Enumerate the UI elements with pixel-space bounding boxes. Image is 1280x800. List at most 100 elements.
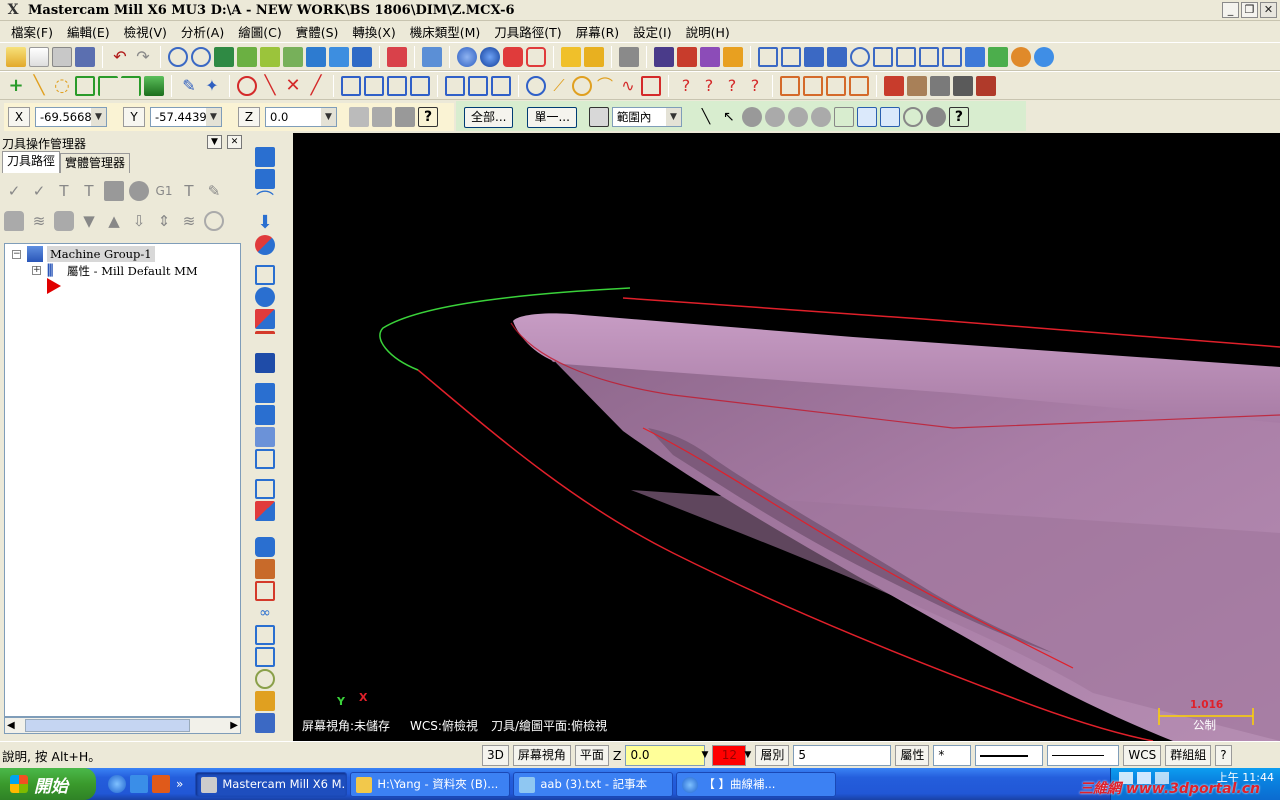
machine-group-label[interactable]: Machine Group-1: [47, 246, 155, 262]
chamfer-icon[interactable]: [98, 75, 118, 96]
xform-translate-icon[interactable]: [341, 75, 361, 96]
select-all-ops-icon[interactable]: ✓: [4, 181, 24, 201]
toolpath-icon-8[interactable]: [255, 691, 275, 711]
trim-icon[interactable]: ╲: [260, 75, 280, 96]
select-face-icon[interactable]: [764, 107, 785, 127]
solid-drawing-icon[interactable]: [255, 427, 275, 447]
task-notepad[interactable]: aab (3).txt - 記事本: [513, 771, 674, 797]
line-width-dropdown[interactable]: [1047, 744, 1120, 766]
expand-icon[interactable]: +: [32, 266, 41, 275]
color-dropdown-icon[interactable]: ▼: [744, 750, 751, 760]
y-coordinate-input[interactable]: -57.44398 ▼: [150, 107, 222, 127]
panel-dropdown-icon[interactable]: ▼: [207, 135, 222, 149]
solid-layout-icon[interactable]: [255, 449, 275, 469]
selection-mode-dropdown[interactable]: 範圍內 ▼: [611, 107, 682, 127]
globe-icon[interactable]: [457, 46, 477, 67]
view-plane-icon[interactable]: [306, 46, 326, 67]
menu-xform[interactable]: 轉換(X): [345, 22, 402, 41]
selection-help-icon[interactable]: ?: [948, 107, 969, 127]
undo-icon[interactable]: ↶: [110, 47, 130, 67]
select-verify-icon[interactable]: [856, 107, 877, 127]
table-icon-3[interactable]: [826, 75, 846, 96]
menu-analyze[interactable]: 分析(A): [174, 22, 231, 41]
verify-icon[interactable]: [129, 181, 149, 201]
z-depth-input[interactable]: 0.0: [625, 744, 706, 766]
backplot-icon[interactable]: [104, 181, 124, 201]
plane-button[interactable]: 平面: [574, 744, 609, 766]
z-coordinate-input[interactable]: 0.0 ▼: [265, 107, 337, 127]
post-icon[interactable]: T: [179, 181, 199, 201]
surface-curve-icon[interactable]: ∿: [618, 76, 638, 96]
solid-tool-icon[interactable]: [884, 75, 904, 96]
solid-view-icon[interactable]: [255, 405, 275, 425]
attributes-button[interactable]: 屬性: [895, 744, 930, 766]
menu-help[interactable]: 說明(H): [679, 22, 737, 41]
dynamic-rotate-icon[interactable]: [352, 46, 372, 67]
view-side-icon[interactable]: [260, 46, 280, 67]
mill-icon-1[interactable]: [654, 46, 674, 67]
plugin-icon-1[interactable]: [965, 46, 985, 67]
point-icon[interactable]: +: [6, 75, 26, 96]
helper-icon[interactable]: [204, 211, 224, 231]
sphere-icon[interactable]: [480, 46, 500, 67]
arc-icon[interactable]: ◌: [52, 75, 72, 96]
regenerate-dirty-icon[interactable]: T: [79, 181, 99, 201]
wire-shade-icon[interactable]: [526, 46, 546, 67]
toolpath-icon-5[interactable]: [255, 625, 275, 645]
task-explorer[interactable]: H:\Yang - 資料夾 (B)...: [350, 771, 511, 797]
point-style-dropdown[interactable]: *: [933, 744, 972, 766]
end-selection-icon[interactable]: [925, 107, 946, 127]
autocursor-settings-icon[interactable]: [395, 107, 415, 127]
menu-edit[interactable]: 編輯(E): [60, 22, 117, 41]
select-single-button[interactable]: 單一...: [527, 106, 577, 128]
fillet-icon[interactable]: [75, 75, 95, 96]
view-iso-icon[interactable]: [283, 46, 303, 67]
curve-icon[interactable]: ⌒: [595, 76, 615, 96]
plugin-icon-3[interactable]: [1011, 46, 1031, 67]
properties-label[interactable]: 屬性 - Mill Default MM: [67, 263, 198, 279]
plugin-icon-4[interactable]: [1034, 46, 1054, 67]
simulate-icon[interactable]: G1: [154, 181, 174, 201]
analyze-entity-icon[interactable]: ?: [676, 76, 696, 96]
measure-icon[interactable]: [561, 46, 581, 67]
machine-icon-3[interactable]: [953, 75, 973, 96]
revolve-icon[interactable]: [255, 169, 275, 189]
xform-mirror-icon[interactable]: [364, 75, 384, 96]
groups-button[interactable]: 群組組: [1165, 744, 1212, 766]
surface-icon[interactable]: [144, 75, 164, 96]
solid-color-icon[interactable]: [255, 501, 275, 521]
machine-icon-1[interactable]: [907, 75, 927, 96]
tool-icon[interactable]: [619, 46, 639, 67]
mill-icon-2[interactable]: [677, 46, 697, 67]
xform-offset-icon[interactable]: [445, 75, 465, 96]
minimize-button[interactable]: _: [1222, 2, 1239, 18]
toolpath-icon-6[interactable]: [255, 647, 275, 667]
wcs-button[interactable]: WCS: [1123, 744, 1162, 766]
menu-solids[interactable]: 實體(S): [289, 22, 346, 41]
dimension-icon[interactable]: ✎: [179, 76, 199, 96]
menu-machine-type[interactable]: 機床類型(M): [403, 22, 488, 41]
screen-icon-4[interactable]: [827, 46, 847, 67]
analyze-icon[interactable]: [584, 46, 604, 67]
only-display-icon[interactable]: ≋: [179, 211, 199, 231]
scroll-right-icon[interactable]: ▶: [230, 718, 238, 733]
screen-icon-3[interactable]: [804, 46, 824, 67]
toggle-post-icon[interactable]: [54, 211, 74, 231]
move-up-icon[interactable]: ▲: [104, 211, 124, 231]
select-cursor-icon[interactable]: ↖: [719, 107, 739, 127]
xform-rotate-icon[interactable]: [387, 75, 407, 96]
toolpath-icon-7[interactable]: [255, 669, 275, 689]
select-pref-icon[interactable]: [879, 107, 900, 127]
start-button[interactable]: 開始: [0, 768, 96, 800]
layer-input[interactable]: 5: [793, 744, 892, 766]
tree-horizontal-scrollbar[interactable]: ◀ ▶: [4, 717, 241, 734]
toolpath-icon-1[interactable]: [255, 537, 275, 557]
new-file-icon[interactable]: [6, 46, 26, 67]
x-coordinate-input[interactable]: -69.56687 ▼: [35, 107, 107, 127]
autocursor-icon[interactable]: [372, 107, 392, 127]
chain-mode-icon[interactable]: ╲: [696, 107, 716, 127]
screen-icon-5[interactable]: [850, 46, 870, 67]
loft-icon[interactable]: ⬇: [255, 213, 275, 233]
table-icon-2[interactable]: [803, 75, 823, 96]
print-icon[interactable]: [52, 46, 72, 67]
